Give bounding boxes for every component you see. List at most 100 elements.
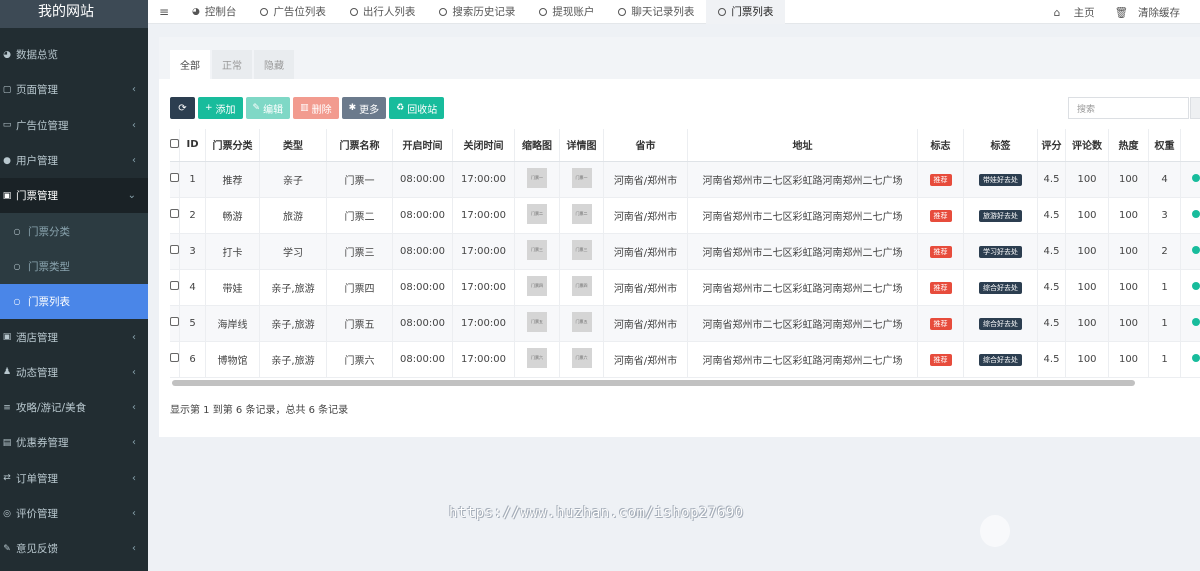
sidebar-item[interactable]: ♟ 动态管理 ‹ [0,355,148,390]
thumbnail-image[interactable]: 门票一 [527,167,547,188]
recycle-bin-button[interactable]: ♻ 回收站 [389,97,445,119]
cell-weight: 3 [1148,197,1181,234]
sidebar-item[interactable]: ▣ 门票管理 ⌄ [0,178,148,214]
sidebar-item[interactable]: ● 用户管理 ‹ [0,143,148,178]
detail-image[interactable]: 门票三 [571,239,592,260]
column-header[interactable]: 详情图 [559,129,604,162]
sidebar-item[interactable]: ○ 门票分类 [0,213,148,249]
column-header[interactable]: 权重 [1148,129,1181,162]
column-header[interactable]: 评分 [1037,129,1066,162]
top-tab[interactable]: 聊天记录列表 [606,0,706,24]
table-row: 2 畅游 旅游 门票二 08:00:00 17:00:00 门票二 门票二 河南省/郑州市 河南省… [170,197,1200,234]
horizontal-scrollbar[interactable] [172,380,1200,386]
sidebar-item[interactable]: ▢ 页面管理 ‹ [0,72,148,107]
column-header[interactable]: 热度 [1108,129,1149,162]
scrollbar-thumb[interactable] [172,380,1135,386]
detail-image[interactable]: 门票四 [571,275,592,296]
gear-icon: ✱ [348,103,357,113]
sidebar-item[interactable]: ≡ 攻略/游记/美食 ‹ [0,390,148,425]
column-header[interactable]: 开启时间 [392,129,453,162]
sidebar-item[interactable]: ⇄ 订单管理 ‹ [0,461,148,496]
detail-image[interactable]: 门票六 [571,347,592,368]
filter-tab[interactable]: 全部 [170,50,210,79]
filter-tab[interactable]: 正常 [212,50,252,79]
status-toggle[interactable] [1191,245,1200,254]
sidebar-item-label: 门票类型 [28,260,70,273]
home-link[interactable]: ⌂ 主页 [1054,5,1105,20]
row-checkbox[interactable] [170,317,179,326]
column-header[interactable]: 缩略图 [514,129,560,162]
cell-flag: 推荐 [917,161,964,198]
thumbnail-image[interactable]: 门票四 [527,275,547,296]
detail-image[interactable]: 门票五 [571,311,592,332]
thumbnail-image[interactable]: 门票二 [527,203,547,224]
cell-detail: 门票五 [559,305,604,342]
cell-category: 畅游 [205,197,260,234]
column-header[interactable]: 类型 [259,129,327,162]
search-input[interactable]: 搜索 [1068,97,1189,119]
sidebar-item[interactable]: ○ 门票类型 [0,248,148,285]
top-tab[interactable]: 门票列表 [706,0,786,24]
detail-image[interactable]: 门票二 [571,203,592,224]
circle-icon: ○ [13,226,21,236]
column-header[interactable]: ID [179,129,206,162]
column-header[interactable]: 关闭时间 [452,129,515,162]
home-icon: ⌂ [1053,6,1061,19]
sidebar-item[interactable]: ◕ 数据总览 [0,37,148,72]
clear-cache-button[interactable]: 🗑 清除缓存 [1115,5,1190,20]
status-toggle[interactable] [1191,353,1200,362]
column-header[interactable]: 标签 [963,129,1038,162]
top-tab[interactable]: 搜索历史记录 [427,0,527,24]
sidebar-item-label: 意见反馈 [16,543,58,556]
more-button[interactable]: ✱ 更多 [341,97,387,119]
cell-id: 3 [179,233,206,270]
sidebar-item-label: 数据总览 [16,49,58,62]
column-header[interactable]: 评论数 [1065,129,1109,162]
sidebar-item[interactable]: ▭ 广告位管理 ‹ [0,108,148,143]
top-tab[interactable]: ◕ 控制台 [180,0,248,24]
edit-label: 编辑 [263,104,284,116]
cell-thumb: 门票一 [514,161,560,198]
cell-type: 亲子 [259,161,327,198]
search-toggle-button[interactable] [1190,97,1200,119]
top-tab[interactable]: 广告位列表 [248,0,338,24]
status-toggle[interactable] [1191,317,1200,326]
column-header[interactable]: 地址 [687,129,918,162]
cell-heat: 100 [1108,197,1149,234]
status-toggle[interactable] [1191,209,1200,218]
edit-button[interactable]: ✎ 编辑 [245,97,291,119]
cell-id: 5 [179,305,206,342]
row-checkbox[interactable] [170,245,179,254]
thumbnail-image[interactable]: 门票五 [527,311,547,332]
sidebar-item-label: 用户管理 [16,155,58,168]
column-header[interactable]: 省市 [603,129,688,162]
top-tab[interactable]: 提现账户 [527,0,606,24]
detail-image[interactable]: 门票一 [571,167,592,188]
delete-button[interactable]: ▥ 删除 [293,97,339,119]
row-checkbox[interactable] [170,209,179,218]
column-header[interactable]: 门票名称 [326,129,393,162]
top-tab[interactable]: 出行人列表 [338,0,428,24]
status-toggle[interactable] [1191,281,1200,290]
menu-toggle-icon[interactable]: ≡ [148,5,180,19]
file-icon: ▢ [2,84,12,95]
column-header[interactable]: 标志 [917,129,964,162]
refresh-button[interactable]: ⟳ [170,97,195,119]
cell-weight: 1 [1148,269,1181,306]
sidebar-item[interactable]: ◎ 评价管理 ‹ [0,496,148,531]
column-header[interactable]: 门票分类 [205,129,260,162]
sidebar-item[interactable]: ▤ 优惠券管理 ‹ [0,425,148,460]
sidebar-item[interactable]: ✎ 意见反馈 ‹ [0,531,148,566]
site-logo[interactable]: 我的网站 [0,0,148,28]
sidebar-item[interactable]: ○ 门票列表 [0,284,148,320]
add-button[interactable]: + 添加 [198,97,243,119]
thumbnail-image[interactable]: 门票三 [527,239,547,260]
row-checkbox[interactable] [170,281,179,290]
thumbnail-image[interactable]: 门票六 [527,347,547,368]
row-checkbox[interactable] [170,353,179,362]
status-toggle[interactable] [1191,173,1200,182]
sidebar-item[interactable]: ▣ 酒店管理 ‹ [0,319,148,354]
select-all-checkbox[interactable] [170,138,179,148]
row-checkbox[interactable] [170,173,179,182]
filter-tab[interactable]: 隐藏 [254,50,294,79]
